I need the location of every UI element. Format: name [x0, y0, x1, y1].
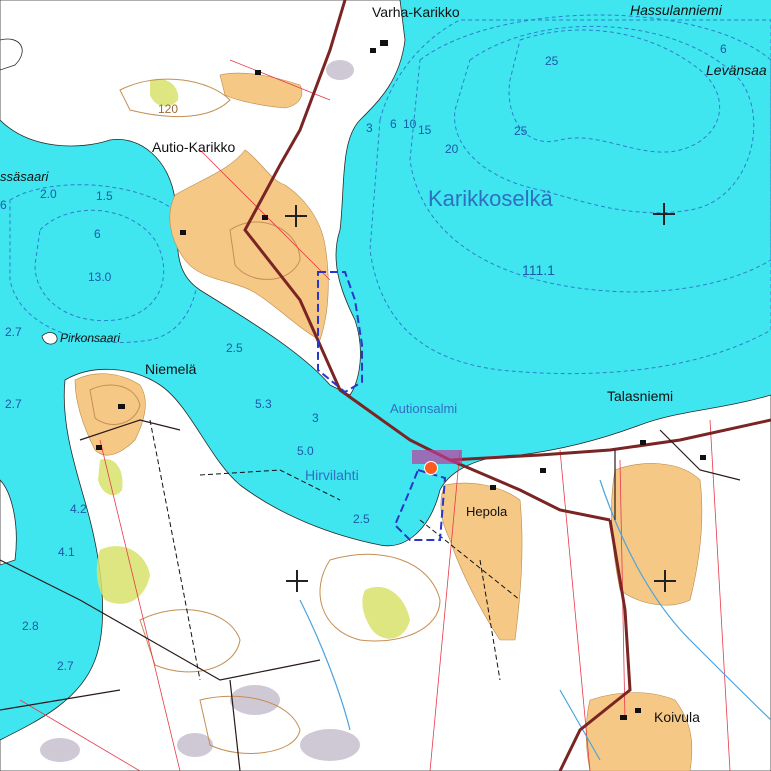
building: [700, 455, 706, 460]
road-crossing-hatch: [412, 450, 462, 464]
building: [96, 445, 102, 450]
building: [380, 40, 388, 46]
building: [255, 70, 261, 75]
depth-label: 6: [390, 117, 397, 131]
field-koivula: [585, 692, 693, 771]
place-name-pirkonsaari: Pirkonsaari: [60, 331, 121, 345]
survey-cross-icon: [286, 570, 308, 592]
depth-label: 2.8: [22, 619, 39, 633]
rock-outcrop: [230, 685, 280, 715]
rock-outcrop: [177, 733, 213, 757]
place-name-lassasaari: ssäsaari: [0, 169, 49, 184]
depth-label: 10: [403, 117, 417, 131]
rock-outcrop: [40, 738, 80, 762]
place-name-koivula: Koivula: [654, 709, 700, 725]
depth-label: 20: [445, 142, 459, 156]
topographic-map[interactable]: Varha-Karikko Hassulanniemi Levänsaa Aut…: [0, 0, 771, 771]
depth-label: 5.0: [297, 444, 314, 458]
building: [540, 468, 546, 473]
water-body-name: Karikkoselkä: [428, 186, 553, 211]
depth-label: 25: [514, 124, 528, 138]
water-level-label: 111.1: [522, 262, 555, 278]
place-name-talasniemi: Talasniemi: [607, 388, 674, 404]
rock-outcrop: [326, 60, 354, 80]
depth-label: 2.0: [40, 187, 57, 201]
depth-label: 3: [312, 411, 319, 425]
place-name-hassulanniemi: Hassulanniemi: [630, 2, 722, 18]
depth-label: 1.5: [96, 189, 113, 203]
depth-label: 13.0: [88, 270, 112, 284]
contour-label: 120: [158, 102, 179, 116]
building: [118, 404, 125, 409]
building: [490, 485, 496, 490]
depth-label: 2.7: [57, 659, 74, 673]
depth-label: 6: [94, 227, 101, 241]
map-canvas: [0, 0, 771, 771]
depth-label: 25: [545, 54, 559, 68]
survey-cross-icon: [285, 205, 307, 227]
place-name-autio-karikko: Autio-Karikko: [152, 139, 236, 155]
place-name-hepola: Hepola: [466, 504, 508, 519]
depth-label: 6: [0, 198, 7, 212]
place-name-levansaa: Levänsaa: [706, 62, 767, 78]
place-name-hirvilahti: Hirvilahti: [305, 467, 359, 483]
depth-label: 2.5: [353, 512, 370, 526]
depth-label: 6: [720, 42, 727, 56]
depth-label: 3: [366, 121, 373, 135]
building: [640, 440, 646, 445]
depth-label: 4.1: [58, 545, 75, 559]
place-name-varha-karikko: Varha-Karikko: [372, 4, 460, 20]
building: [635, 708, 641, 713]
depth-label: 5.3: [255, 397, 272, 411]
building: [180, 230, 186, 235]
building: [370, 48, 376, 53]
depth-label: 2.7: [5, 325, 22, 339]
survey-cross-icon: [653, 203, 675, 225]
survey-cross-icon: [654, 570, 676, 592]
rock-outcrop: [300, 729, 360, 761]
building: [620, 715, 627, 720]
place-name-autionsalmi: Autionsalmi: [390, 401, 458, 416]
depth-label: 4.2: [70, 502, 87, 516]
depth-label: 2.5: [226, 341, 243, 355]
building: [262, 215, 268, 220]
place-name-niemela: Niemelä: [145, 361, 197, 377]
location-marker-icon[interactable]: [424, 461, 438, 475]
depth-label: 15: [418, 123, 432, 137]
depth-label: 2.7: [5, 397, 22, 411]
